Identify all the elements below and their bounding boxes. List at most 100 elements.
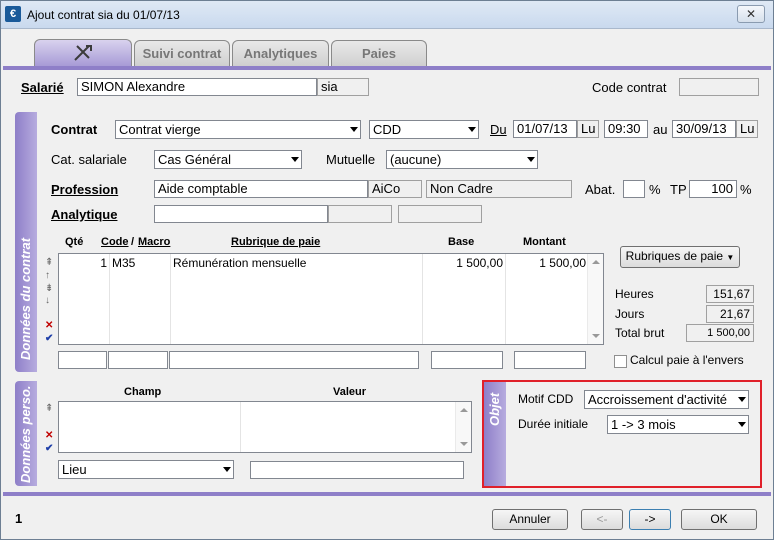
tab-analytiques[interactable]: Analytiques — [232, 40, 329, 66]
move-top-icon[interactable]: ⇞ — [45, 258, 53, 268]
check-icon[interactable]: ✔ — [45, 444, 53, 454]
duree-initiale-select[interactable]: 1 -> 3 mois — [607, 415, 749, 434]
objet-sidebar: Objet — [484, 382, 506, 486]
check-icon[interactable]: ✔ — [45, 334, 53, 344]
move-bottom-icon[interactable]: ↓ — [45, 296, 50, 306]
app-icon: € — [5, 6, 21, 22]
profession-field[interactable]: Aide comptable — [154, 180, 368, 198]
motif-cdd-select[interactable]: Accroissement d'activité — [584, 390, 749, 409]
lieu-select[interactable]: Lieu — [58, 460, 234, 479]
rubriques-paie-label: Rubriques de paie — [625, 249, 724, 263]
tab-underline — [3, 66, 771, 70]
heures-label: Heures — [615, 287, 654, 301]
window-title: Ajout contrat sia du 01/07/13 — [27, 8, 180, 22]
entry-base[interactable] — [431, 351, 503, 369]
contrat-select-value: Contrat vierge — [119, 122, 201, 137]
col-code[interactable]: Code — [101, 236, 129, 248]
tools-icon — [74, 45, 92, 61]
chevron-down-icon — [291, 157, 299, 162]
duree-initiale-label: Durée initiale — [518, 417, 589, 431]
scroll-down-icon[interactable] — [460, 442, 468, 446]
move-down-icon[interactable]: ⇟ — [45, 284, 53, 294]
profession-label[interactable]: Profession — [51, 182, 118, 197]
scroll-down-icon[interactable] — [592, 334, 600, 338]
col-slash: / — [131, 236, 135, 248]
entry-qte[interactable] — [58, 351, 107, 369]
grid-scrollbar[interactable] — [587, 254, 603, 344]
row-code: M35 — [112, 256, 136, 270]
footer-divider — [3, 492, 771, 496]
objet-side-title: Objet — [487, 392, 502, 426]
cat-salariale-value: Cas Général — [158, 152, 231, 167]
mutuelle-label: Mutuelle — [326, 152, 376, 167]
salarie-field[interactable]: SIMON Alexandre — [77, 78, 317, 96]
row-base: 1 500,00 — [456, 256, 503, 270]
chevron-down-icon — [223, 467, 231, 472]
delete-icon[interactable]: ✕ — [45, 431, 53, 441]
jours-field: 21,67 — [706, 305, 754, 323]
day-from-field: Lu — [577, 120, 599, 138]
perso-valeur-field[interactable] — [250, 461, 464, 479]
tp-percent: % — [740, 182, 752, 197]
au-label: au — [653, 122, 668, 137]
duree-initiale-value: 1 -> 3 mois — [611, 417, 676, 432]
day-to-field: Lu — [736, 120, 758, 138]
motif-cdd-label: Motif CDD — [518, 392, 574, 406]
analytique-label[interactable]: Analytique — [51, 207, 117, 222]
time-from-field[interactable]: 09:30 — [604, 120, 648, 138]
annuler-button[interactable]: Annuler — [492, 509, 568, 530]
mutuelle-value: (aucune) — [390, 152, 442, 167]
delete-icon[interactable]: ✕ — [45, 321, 53, 331]
chevron-down-icon — [738, 397, 746, 402]
col-base: Base — [448, 236, 475, 248]
next-button[interactable]: -> — [629, 509, 671, 530]
tp-label: TP — [670, 182, 687, 197]
col-valeur: Valeur — [333, 386, 367, 398]
scroll-up-icon[interactable] — [460, 408, 468, 412]
entry-rubrique[interactable] — [169, 351, 419, 369]
col-qte: Qté — [65, 236, 84, 248]
cat-salariale-select[interactable]: Cas Général — [154, 150, 302, 169]
cat-salariale-label: Cat. salariale — [51, 152, 127, 167]
date-to-field[interactable]: 30/09/13 — [672, 120, 736, 138]
du-label[interactable]: Du — [490, 122, 507, 137]
analytique-label-field — [398, 205, 482, 223]
salarie-label[interactable]: Salarié — [21, 80, 64, 95]
profession-status-field: Non Cadre — [426, 180, 572, 198]
scroll-up-icon[interactable] — [592, 260, 600, 264]
tab-paies[interactable]: Paies — [331, 40, 427, 66]
tab-suivi-contrat[interactable]: Suivi contrat — [134, 40, 230, 66]
perso-grid[interactable] — [58, 401, 472, 453]
contrat-type-value: CDD — [373, 122, 402, 137]
analytique-field[interactable] — [154, 205, 328, 223]
entry-montant[interactable] — [514, 351, 586, 369]
tab-general[interactable] — [34, 39, 132, 66]
col-rubrique[interactable]: Rubrique de paie — [231, 236, 320, 248]
chevron-down-icon — [527, 157, 535, 162]
objet-panel: Objet Motif CDD Accroissement d'activité… — [482, 380, 762, 488]
tp-field[interactable]: 100 — [689, 180, 737, 198]
rubriques-grid[interactable]: 1 M35 Rémunération mensuelle 1 500,00 1 … — [58, 253, 604, 345]
ok-button[interactable]: OK — [681, 509, 757, 530]
abat-percent: % — [649, 182, 661, 197]
col-macro[interactable]: Macro — [138, 236, 170, 248]
contrat-select[interactable]: Contrat vierge — [115, 120, 361, 139]
move-up-icon[interactable]: ↑ — [45, 271, 50, 281]
close-button[interactable]: ✕ — [737, 5, 765, 23]
entry-code[interactable] — [108, 351, 168, 369]
contrat-type-select[interactable]: CDD — [369, 120, 479, 139]
grid-divider — [109, 254, 110, 344]
move-up-icon[interactable]: ⇞ — [45, 404, 53, 414]
contrat-sidebar: Données du contrat — [15, 112, 37, 372]
calcul-envers-checkbox[interactable] — [614, 355, 627, 368]
mutuelle-select[interactable]: (aucune) — [386, 150, 538, 169]
row-rubrique: Rémunération mensuelle — [173, 256, 307, 270]
col-champ: Champ — [124, 386, 162, 398]
abat-field[interactable] — [623, 180, 645, 198]
prev-button[interactable]: <- — [581, 509, 623, 530]
perso-scrollbar[interactable] — [455, 402, 471, 452]
rubriques-paie-button[interactable]: Rubriques de paie ▼ — [620, 246, 740, 268]
calcul-envers-label: Calcul paie à l'envers — [630, 353, 744, 367]
chevron-down-icon: ▼ — [726, 253, 735, 262]
date-from-field[interactable]: 01/07/13 — [513, 120, 577, 138]
